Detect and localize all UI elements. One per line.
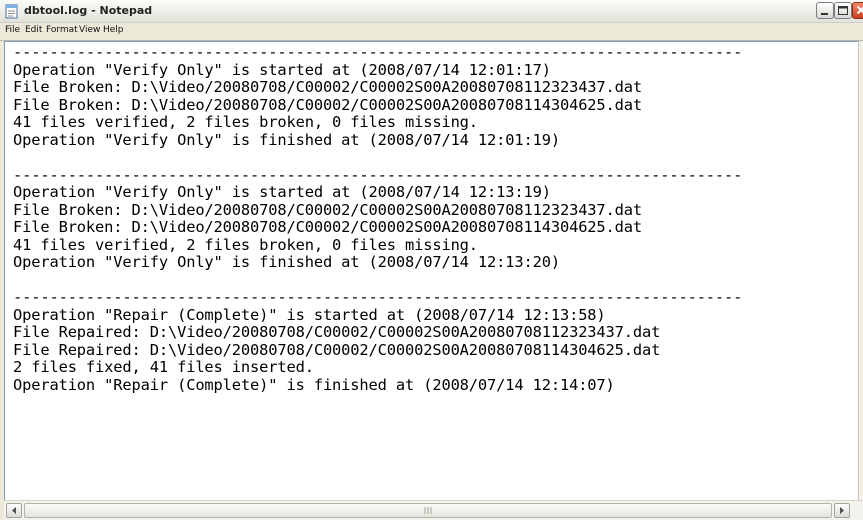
text-line bbox=[13, 272, 742, 290]
text-line: ----------------------------------------… bbox=[13, 165, 743, 184]
menu-help[interactable]: Help bbox=[103, 25, 124, 35]
menu-view[interactable]: View bbox=[79, 25, 100, 35]
close-icon bbox=[856, 5, 863, 15]
text-line: Operation "Verify Only" is started at (2… bbox=[13, 183, 551, 201]
maximize-button[interactable] bbox=[834, 2, 852, 19]
text-line: Operation "Verify Only" is started at (2… bbox=[13, 60, 551, 79]
text-line: ----------------------------------------… bbox=[13, 288, 743, 306]
window-title: dbtool.log - Notepad bbox=[24, 4, 153, 17]
text-line: File Broken: D:\Video/20080708/C00002/C0… bbox=[13, 78, 643, 96]
text-line: Operation "Verify Only" is finished at (… bbox=[13, 253, 560, 271]
text-line bbox=[13, 149, 742, 167]
text-editor[interactable]: ----------------------------------------… bbox=[4, 41, 859, 501]
text-line: 2 files fixed, 41 files inserted. bbox=[13, 358, 314, 376]
menu-bar: File Edit Format View Help bbox=[0, 23, 863, 41]
scroll-thumb[interactable] bbox=[24, 503, 832, 518]
menu-file[interactable]: File bbox=[5, 25, 20, 35]
maximize-icon bbox=[838, 6, 848, 15]
notepad-icon[interactable] bbox=[4, 3, 20, 19]
text-line: File Repaired: D:\Video/20080708/C00002/… bbox=[13, 323, 661, 341]
close-button[interactable] bbox=[852, 2, 863, 19]
arrow-left-icon bbox=[12, 507, 16, 514]
text-line: 41 files verified, 2 files broken, 0 fil… bbox=[13, 235, 478, 254]
minimize-button[interactable] bbox=[816, 2, 834, 19]
text-line: Operation "Repair (Complete)" is started… bbox=[13, 305, 606, 324]
grip-icon bbox=[424, 507, 432, 514]
document-text: ----------------------------------------… bbox=[13, 43, 743, 394]
text-line: File Repaired: D:\Video/20080708/C00002/… bbox=[13, 340, 661, 359]
text-line: File Broken: D:\Video/20080708/C00002/C0… bbox=[13, 95, 643, 114]
scroll-left-button[interactable] bbox=[6, 503, 22, 518]
menu-edit[interactable]: Edit bbox=[25, 25, 42, 35]
notepad-window: dbtool.log - Notepad File Edit Format Vi… bbox=[0, 0, 863, 520]
text-line: ----------------------------------------… bbox=[13, 43, 743, 61]
horizontal-scrollbar[interactable] bbox=[4, 500, 863, 520]
text-line: 41 files verified, 2 files broken, 0 fil… bbox=[13, 113, 478, 131]
text-line: File Broken: D:\Video/20080708/C00002/C0… bbox=[13, 218, 643, 236]
text-line: File Broken: D:\Video/20080708/C00002/C0… bbox=[13, 200, 643, 219]
minimize-icon bbox=[821, 13, 828, 15]
text-line: Operation "Verify Only" is finished at (… bbox=[13, 130, 560, 149]
title-bar[interactable]: dbtool.log - Notepad bbox=[0, 0, 863, 23]
menu-format[interactable]: Format bbox=[46, 25, 78, 35]
vertical-scrollbar[interactable] bbox=[858, 41, 863, 500]
scroll-right-button[interactable] bbox=[834, 503, 850, 518]
text-line: Operation "Repair (Complete)" is finishe… bbox=[13, 375, 615, 394]
arrow-right-icon bbox=[840, 507, 844, 514]
